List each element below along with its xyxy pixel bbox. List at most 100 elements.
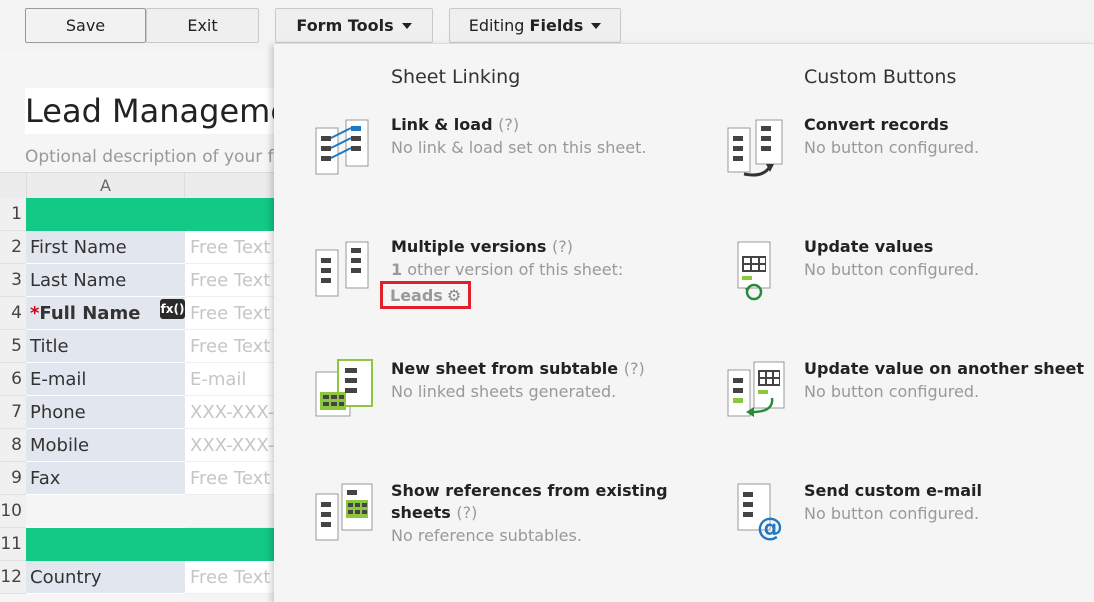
form-row: 10	[0, 495, 290, 528]
help-link[interactable]: (?)	[498, 115, 519, 134]
update-values-desc: No button configured.	[804, 260, 980, 279]
sheet-linking-heading: Sheet Linking	[391, 66, 521, 88]
form-tools-button[interactable]: Form Tools	[275, 8, 433, 43]
field-label-cell[interactable]: E-mail	[26, 363, 185, 396]
field-label-cell[interactable]: Last Name	[26, 264, 185, 297]
form-row: 7PhoneXXX-XXX-XXXX	[0, 396, 290, 429]
link-load-icon	[315, 119, 369, 175]
form-description[interactable]: Optional description of your form	[25, 147, 307, 167]
multiple-versions-item[interactable]: Multiple versions (?) 1 other version of…	[380, 236, 751, 309]
form-tools-panel: Sheet Linking Custom Buttons Link & load…	[274, 43, 1094, 602]
update-another-sheet-icon	[727, 361, 785, 417]
update-values-title[interactable]: Update values	[804, 236, 1094, 258]
gear-icon[interactable]: ⚙	[447, 286, 461, 305]
new-sheet-subtable-title[interactable]: New sheet from subtable	[391, 359, 618, 378]
svg-text:@: @	[757, 513, 783, 543]
field-label-cell[interactable]: Fax	[26, 462, 185, 495]
row-number[interactable]: 12	[0, 561, 26, 594]
form-title[interactable]: Lead Management	[25, 88, 315, 134]
field-label: First Name	[30, 237, 127, 258]
update-another-sheet-title[interactable]: Update value on another sheet	[804, 358, 1094, 380]
field-label-cell[interactable]: Phone	[26, 396, 185, 429]
form-row: 11	[0, 528, 290, 561]
form-row: 1	[0, 198, 290, 231]
link-load-desc: No link & load set on this sheet.	[391, 138, 647, 157]
column-header-row: A	[0, 172, 290, 199]
field-label: Fax	[30, 468, 61, 489]
editing-prefix: Editing	[468, 16, 525, 35]
form-row: 8MobileXXX-XXX-XXXX	[0, 429, 290, 462]
field-label: Last Name	[30, 270, 127, 291]
show-references-title[interactable]: Show references from existing	[391, 480, 751, 502]
new-sheet-subtable-icon	[315, 359, 373, 417]
form-row: 3 Last Name Free Text	[0, 264, 290, 297]
custom-buttons-heading: Custom Buttons	[804, 66, 957, 88]
row-number[interactable]: 11	[0, 528, 26, 561]
row-number[interactable]: 10	[0, 495, 26, 528]
show-references-item[interactable]: Show references from existing sheets (?)…	[391, 480, 751, 548]
leads-version-link[interactable]: Leads ⚙	[380, 281, 472, 309]
convert-records-icon	[727, 119, 783, 177]
row-number[interactable]: 3	[0, 264, 26, 297]
editing-mode-button[interactable]: Editing Fields	[449, 8, 621, 43]
field-label-cell[interactable]: Country	[26, 561, 185, 594]
section-header-bar[interactable]	[26, 528, 290, 561]
field-label-cell[interactable]: Mobile	[26, 429, 185, 462]
empty-cell[interactable]	[26, 495, 185, 528]
row-number[interactable]: 9	[0, 462, 26, 495]
show-references-desc: No reference subtables.	[391, 526, 582, 545]
leads-link-label[interactable]: Leads	[390, 286, 443, 305]
form-row: 4 *Full Name fx() Free Text	[0, 297, 290, 330]
version-count: 1	[391, 260, 403, 279]
caret-down-icon	[591, 22, 602, 29]
link-load-title[interactable]: Link & load	[391, 115, 493, 134]
save-button[interactable]: Save	[25, 8, 146, 43]
required-mark: *	[30, 303, 40, 324]
section-header-bar[interactable]	[26, 198, 290, 231]
form-tools-label: Form Tools	[296, 16, 394, 35]
field-label: Full Name	[39, 303, 141, 324]
field-label: Mobile	[30, 435, 90, 456]
help-link[interactable]: (?)	[552, 237, 573, 256]
multiple-versions-title[interactable]: Multiple versions	[391, 237, 546, 256]
update-values-icon	[737, 241, 771, 301]
send-email-title[interactable]: Send custom e-mail	[804, 480, 1094, 502]
save-button-label: Save	[65, 16, 106, 35]
send-email-item[interactable]: Send custom e-mail No button configured.	[804, 480, 1094, 526]
help-link[interactable]: (?)	[624, 359, 645, 378]
multiple-versions-icon	[315, 241, 369, 297]
help-link[interactable]: (?)	[456, 503, 477, 522]
row-number[interactable]: 2	[0, 231, 26, 264]
row-number[interactable]: 7	[0, 396, 26, 429]
update-values-item[interactable]: Update values No button configured.	[804, 236, 1094, 282]
row-number[interactable]: 6	[0, 363, 26, 396]
update-another-sheet-item[interactable]: Update value on another sheet No button …	[804, 358, 1094, 404]
form-row: 2 First Name Free Text	[0, 231, 290, 264]
convert-records-desc: No button configured.	[804, 138, 980, 157]
field-label: Country	[30, 567, 102, 588]
new-sheet-subtable-item[interactable]: New sheet from subtable (?) No linked sh…	[391, 358, 751, 404]
field-label: E-mail	[30, 369, 87, 390]
row-number[interactable]: 8	[0, 429, 26, 462]
send-email-desc: No button configured.	[804, 504, 980, 523]
send-email-icon: @	[737, 483, 783, 543]
form-row: 12 Country Free Text	[0, 561, 290, 594]
form-row: 6 E-mail E-mail	[0, 363, 290, 396]
column-header-a[interactable]: A	[26, 173, 185, 199]
convert-records-item[interactable]: Convert records No button configured.	[804, 114, 1094, 160]
editing-mode-label: Fields	[529, 16, 584, 35]
form-row: 9 Fax Free Text	[0, 462, 290, 495]
new-sheet-subtable-desc: No linked sheets generated.	[391, 382, 617, 401]
form-row: 5 Title Free Text	[0, 330, 290, 363]
formula-badge[interactable]: fx()	[160, 299, 185, 319]
link-load-item[interactable]: Link & load (?) No link & load set on th…	[391, 114, 751, 160]
exit-button-label: Exit	[187, 16, 218, 35]
show-references-title-cont[interactable]: sheets	[391, 503, 451, 522]
convert-records-title[interactable]: Convert records	[804, 114, 1094, 136]
row-number[interactable]: 4	[0, 297, 26, 330]
field-label-cell[interactable]: Title	[26, 330, 185, 363]
row-number[interactable]: 5	[0, 330, 26, 363]
field-label-cell[interactable]: First Name	[26, 231, 185, 264]
row-number[interactable]: 1	[0, 198, 26, 231]
exit-button[interactable]: Exit	[146, 8, 259, 43]
